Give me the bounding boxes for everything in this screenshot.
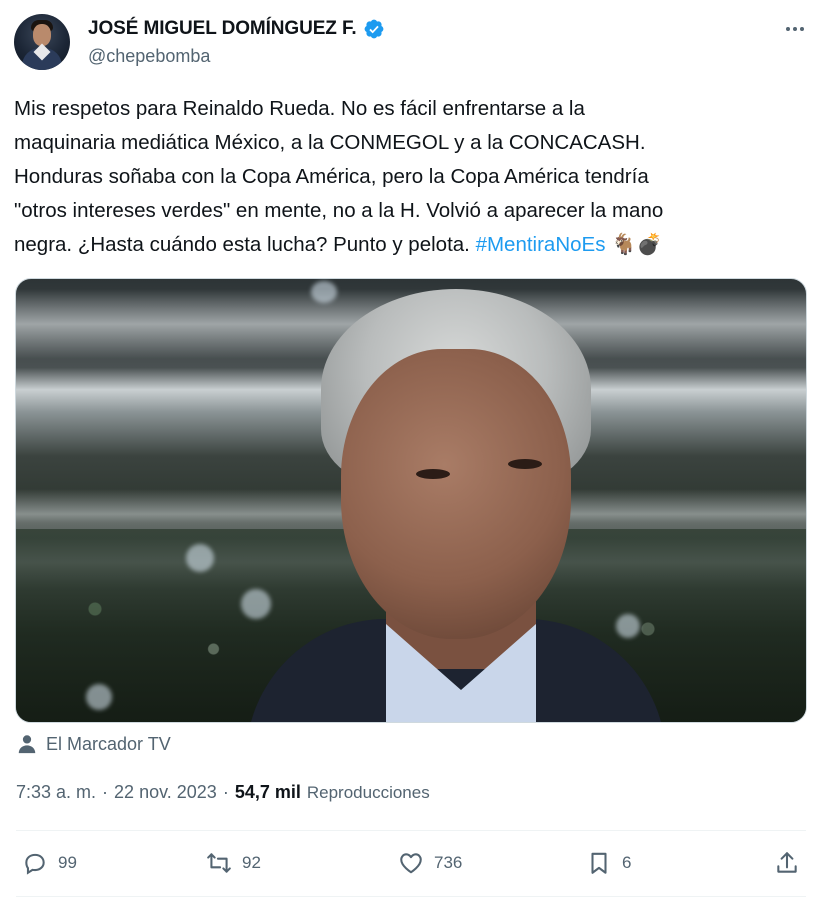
bookmark-count: 6 [622,853,632,872]
tweet-text: Mis respetos para Reinaldo Rueda. No es … [14,92,804,262]
reply-button[interactable]: 99 [22,848,77,878]
meta-separator: · [102,782,109,802]
subject-eye [508,459,542,469]
views-count: 54,7 mil [234,782,301,802]
like-count: 736 [434,853,463,872]
share-icon [777,852,797,873]
reply-icon [25,853,45,875]
share-button[interactable] [774,848,800,878]
repost-count: 92 [242,853,261,872]
tweet-date[interactable]: 22 nov. 2023 [114,782,217,803]
author-handle[interactable]: @chepebomba [88,46,210,67]
more-dot [793,27,797,31]
more-dot [786,27,790,31]
photo-subject [246,289,666,722]
more-dot [800,27,804,31]
heart-icon [400,853,422,874]
repost-icon [207,853,231,873]
tweet-emoji: 🐐💣 [611,233,663,256]
repost-button[interactable]: 92 [206,848,261,878]
bookmark-button[interactable]: 6 [586,848,631,878]
person-icon [18,735,36,754]
stadium-light [86,684,112,710]
tweet-meta: 7:33 a. m. · 22 nov. 2023 · 54,7 mil Rep… [16,782,430,803]
avatar[interactable] [14,14,70,70]
subject-eye [416,469,450,479]
divider [16,830,806,831]
bookmark-icon [591,852,607,874]
media-source-label[interactable]: El Marcador TV [46,734,171,755]
more-options-icon[interactable] [780,16,810,42]
tweet-actions: 99 92 736 6 [16,842,806,886]
media-source[interactable]: El Marcador TV [16,733,171,755]
author-display-name[interactable]: JOSÉ MIGUEL DOMÍNGUEZ F. [88,18,357,40]
meta-separator: · [222,782,229,802]
subject-face [341,349,571,639]
author-name-row[interactable]: JOSÉ MIGUEL DOMÍNGUEZ F. [88,18,385,40]
reply-count: 99 [58,853,77,872]
stadium-light [186,544,214,572]
tweet-time[interactable]: 7:33 a. m. [16,782,96,803]
like-button[interactable]: 736 [398,848,462,878]
divider [16,896,806,897]
hashtag-link[interactable]: #MentiraNoEs [476,233,606,256]
tweet-header: JOSÉ MIGUEL DOMÍNGUEZ F. @chepebomba [14,12,814,72]
tweet-media-photo[interactable] [15,278,807,723]
views-label: Reproducciones [306,783,430,802]
verified-badge-icon [364,19,383,39]
